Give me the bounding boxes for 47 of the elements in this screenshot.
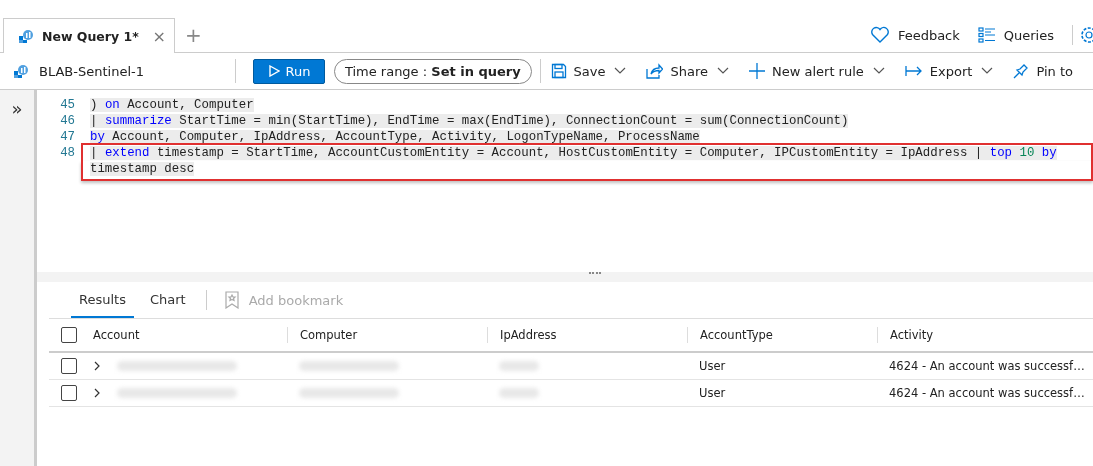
column-header[interactable]: AccountType [700, 328, 773, 342]
list-icon [977, 27, 996, 43]
checkbox[interactable] [61, 327, 77, 343]
play-icon [267, 65, 280, 77]
toolbar-button[interactable]: New alert rule [749, 63, 885, 79]
line-number: 48 [60, 146, 75, 160]
toolbar-button[interactable]: Pin to [1013, 63, 1073, 79]
pin-icon [1013, 63, 1030, 79]
time-range-button[interactable]: Time range : Set in query [333, 58, 532, 84]
table-cell: User [699, 359, 726, 373]
toolbar-button[interactable]: Save [550, 63, 627, 79]
header-button[interactable]: Feedback [869, 26, 960, 44]
table-cell: 4624 - An account was successf… [889, 386, 1085, 400]
results-tab[interactable]: Chart [141, 282, 194, 318]
header-button[interactable]: Queries [977, 27, 1054, 43]
workspace-icon [18, 28, 34, 44]
workspace-name[interactable]: BLAB-Sentinel-1 [39, 63, 144, 79]
add-tab-icon[interactable]: + [185, 23, 202, 47]
checkbox[interactable] [61, 385, 77, 401]
toolbar-button[interactable]: Share [646, 63, 729, 79]
column-header[interactable]: Computer [300, 328, 358, 342]
workspace-icon [13, 63, 29, 79]
resize-handle[interactable] [589, 272, 601, 276]
results-tab[interactable]: Results [71, 282, 134, 318]
table-cell: 4624 - An account was successf… [889, 359, 1085, 373]
run-button[interactable]: Run [253, 58, 325, 84]
query-tab[interactable]: New Query 1* × [3, 18, 175, 53]
export-arrow-icon [904, 65, 923, 77]
line-number: 47 [60, 130, 75, 144]
expand-icon[interactable]: » [11, 100, 23, 118]
close-icon[interactable]: × [152, 26, 166, 46]
column-header[interactable]: Account [93, 328, 140, 342]
save-icon [550, 63, 567, 79]
settings-icon[interactable] [1079, 26, 1093, 44]
table-cell: User [699, 386, 726, 400]
chevron-right-icon[interactable] [93, 361, 101, 371]
heart-icon [869, 26, 890, 44]
plus-icon [749, 63, 765, 79]
bookmark-icon [224, 291, 239, 309]
checkbox[interactable] [61, 358, 77, 374]
chevron-right-icon[interactable] [93, 388, 101, 398]
column-header[interactable]: Activity [890, 328, 933, 342]
column-header[interactable]: IpAddress [500, 328, 557, 342]
line-number: 45 [60, 98, 75, 112]
share-icon [646, 63, 664, 79]
toolbar-button[interactable]: Export [904, 63, 994, 79]
line-number: 46 [60, 114, 75, 128]
